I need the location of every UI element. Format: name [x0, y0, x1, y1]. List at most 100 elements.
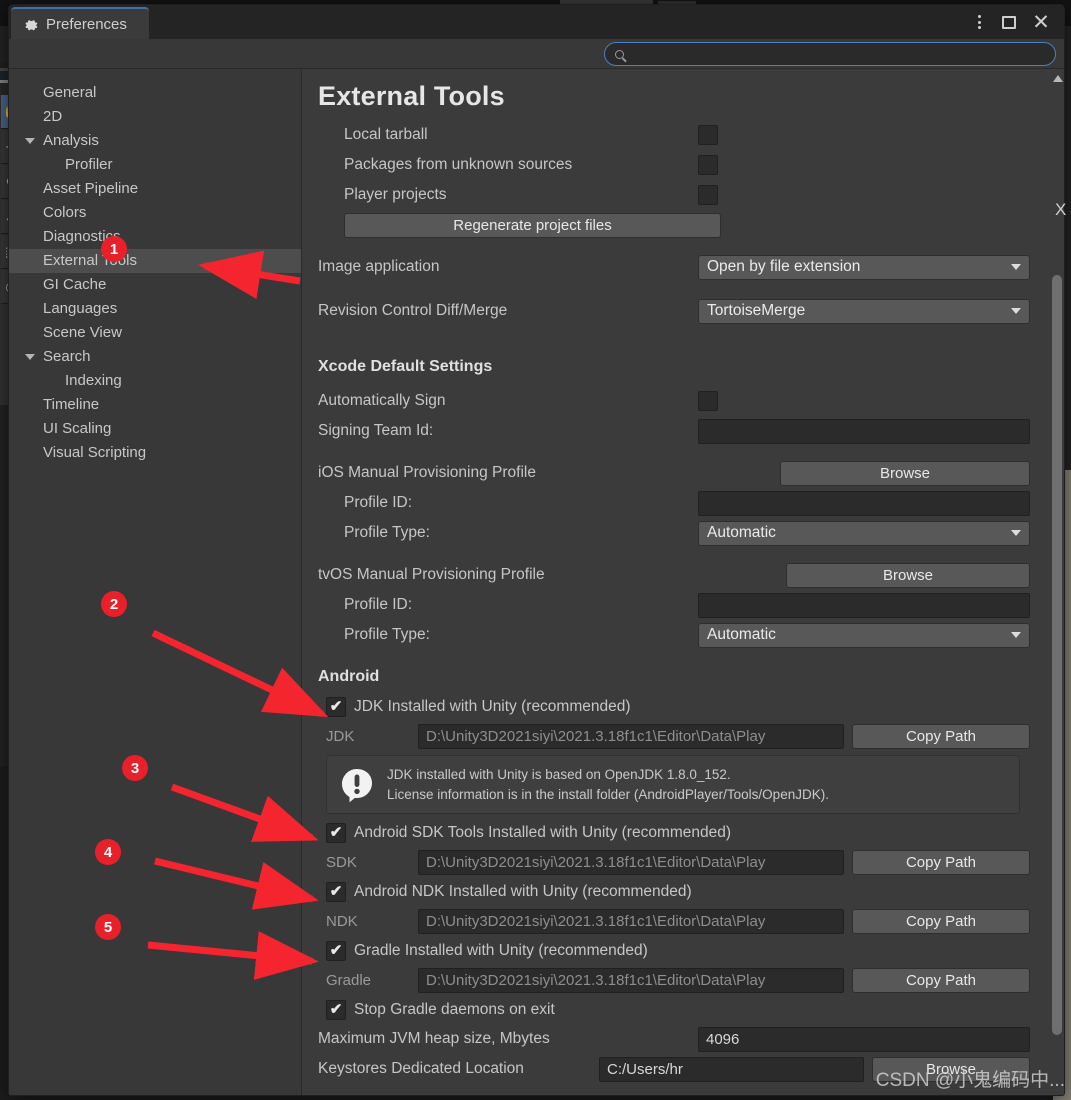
- revision-control-value: TortoiseMerge: [707, 302, 806, 319]
- sidebar-item-diagnostics[interactable]: Diagnostics: [9, 225, 301, 249]
- player-projects-checkbox[interactable]: ✔: [698, 185, 718, 205]
- sidebar-item-label: Languages: [43, 300, 118, 317]
- annotation-badge-3: 3: [122, 755, 148, 781]
- sidebar-item-asset-pipeline[interactable]: Asset Pipeline: [9, 177, 301, 201]
- ndk-path-field[interactable]: D:\Unity3D2021siyi\2021.3.18f1c1\Editor\…: [418, 908, 844, 934]
- local-tarball-checkbox[interactable]: ✔: [698, 125, 718, 145]
- ios-provisioning-label: iOS Manual Provisioning Profile: [318, 464, 536, 481]
- search-box[interactable]: [604, 42, 1056, 66]
- close-icon[interactable]: ✕: [1026, 5, 1056, 39]
- sidebar-item-label: Scene View: [43, 324, 122, 341]
- stop-gradle-daemons-checkbox[interactable]: ✔: [326, 999, 346, 1020]
- image-application-dropdown[interactable]: Open by file extension: [698, 254, 1030, 280]
- revision-control-dropdown[interactable]: TortoiseMerge: [698, 298, 1030, 324]
- maximize-icon[interactable]: [994, 5, 1024, 39]
- main-scrollbar[interactable]: [1050, 69, 1064, 1095]
- row-jdk-path: JDK D:\Unity3D2021siyi\2021.3.18f1c1\Edi…: [318, 721, 1030, 751]
- ios-profile-id-field[interactable]: [698, 490, 1030, 516]
- android-sdk-installed-checkbox[interactable]: ✔: [326, 822, 346, 843]
- tvos-profile-type-dropdown[interactable]: Automatic: [698, 622, 1030, 648]
- keystores-field[interactable]: C:/Users/hr: [599, 1056, 864, 1082]
- sidebar-item-scene-view[interactable]: Scene View: [9, 321, 301, 345]
- row-tvos-profile-id: Profile ID:: [318, 590, 1030, 620]
- sidebar-item-label: Asset Pipeline: [43, 180, 139, 197]
- player-projects-label: Player projects: [344, 186, 447, 203]
- scroll-up-arrow-icon[interactable]: [1053, 75, 1063, 82]
- sidebar-item-visual-scripting[interactable]: Visual Scripting: [9, 441, 301, 465]
- scrollbar-thumb[interactable]: [1052, 275, 1062, 1035]
- ndk-copy-path-button[interactable]: Copy Path: [852, 908, 1030, 934]
- sidebar-item-colors[interactable]: Colors: [9, 201, 301, 225]
- gradle-path-field[interactable]: D:\Unity3D2021siyi\2021.3.18f1c1\Editor\…: [418, 967, 844, 993]
- chevron-down-icon: [1011, 530, 1021, 536]
- regenerate-project-files-button[interactable]: Regenerate project files: [344, 212, 721, 238]
- jdk-copy-path-button[interactable]: Copy Path: [852, 723, 1030, 749]
- search-icon: [615, 49, 624, 59]
- ios-profile-type-label: Profile Type:: [344, 524, 430, 541]
- sidebar-item-timeline[interactable]: Timeline: [9, 393, 301, 417]
- local-tarball-label: Local tarball: [344, 126, 428, 143]
- sidebar-item-label: Profiler: [65, 156, 113, 173]
- sidebar-item-external-tools[interactable]: External Tools: [9, 249, 301, 273]
- editor-close-icon[interactable]: X: [1055, 200, 1066, 220]
- sidebar-item-profiler[interactable]: Profiler: [9, 153, 301, 177]
- jdk-help-line1: JDK installed with Unity is based on Ope…: [387, 767, 731, 782]
- sidebar-item-gi-cache[interactable]: GI Cache: [9, 273, 301, 297]
- jdk-installed-label: JDK Installed with Unity (recommended): [354, 697, 631, 715]
- screenshot-root: ✋ ⇥ ↺ ⬈ ⬚ ◎ X Preferences ✕: [0, 0, 1071, 1100]
- sdk-path-field[interactable]: D:\Unity3D2021siyi\2021.3.18f1c1\Editor\…: [418, 849, 844, 875]
- automatically-sign-checkbox[interactable]: ✔: [698, 391, 718, 411]
- row-gradle-path: Gradle D:\Unity3D2021siyi\2021.3.18f1c1\…: [318, 965, 1030, 995]
- tvos-profile-id-field[interactable]: [698, 592, 1030, 618]
- android-ndk-installed-label: Android NDK Installed with Unity (recomm…: [354, 882, 692, 900]
- jdk-installed-checkbox[interactable]: ✔: [326, 696, 346, 717]
- row-tvos-profile-type: Profile Type: Automatic: [318, 620, 1030, 650]
- ios-profile-type-dropdown[interactable]: Automatic: [698, 520, 1030, 546]
- row-jvm-heap: Maximum JVM heap size, Mbytes 4096: [318, 1024, 1030, 1054]
- signing-team-id-field[interactable]: [698, 418, 1030, 444]
- tvos-browse-button[interactable]: Browse: [786, 562, 1030, 588]
- preferences-tab[interactable]: Preferences: [11, 7, 149, 39]
- row-sdk-checkbox: ✔ Android SDK Tools Installed with Unity…: [318, 818, 1030, 847]
- android-ndk-installed-checkbox[interactable]: ✔: [326, 881, 346, 902]
- row-gradle-checkbox: ✔ Gradle Installed with Unity (recommend…: [318, 936, 1030, 965]
- chevron-down-icon[interactable]: [25, 138, 35, 144]
- sidebar-item-languages[interactable]: Languages: [9, 297, 301, 321]
- ios-browse-button[interactable]: Browse: [780, 460, 1030, 486]
- gradle-installed-label: Gradle Installed with Unity (recommended…: [354, 941, 648, 959]
- search-row: [9, 39, 1064, 69]
- row-revision-control: Revision Control Diff/Merge TortoiseMerg…: [318, 296, 1030, 326]
- row-ndk-path: NDK D:\Unity3D2021siyi\2021.3.18f1c1\Edi…: [318, 906, 1030, 936]
- watermark: CSDN @小鬼编码中...: [875, 1070, 1065, 1091]
- row-stop-daemons: ✔ Stop Gradle daemons on exit: [318, 995, 1030, 1024]
- jdk-help-line2: License information is in the install fo…: [387, 786, 829, 802]
- sidebar-item-general[interactable]: General: [9, 81, 301, 105]
- warning-icon: [339, 767, 375, 803]
- automatically-sign-label: Automatically Sign: [318, 392, 446, 409]
- chevron-down-icon[interactable]: [25, 354, 35, 360]
- image-application-label: Image application: [318, 258, 440, 275]
- search-input[interactable]: [630, 46, 1045, 62]
- jdk-path-field[interactable]: D:\Unity3D2021siyi\2021.3.18f1c1\Editor\…: [418, 723, 844, 749]
- jdk-path-label: JDK: [326, 727, 355, 745]
- sidebar-item-search[interactable]: Search: [9, 345, 301, 369]
- kebab-menu-icon[interactable]: [964, 5, 994, 39]
- row-ios-profile-type: Profile Type: Automatic: [318, 518, 1030, 548]
- annotation-badge-4: 4: [95, 839, 121, 865]
- sidebar-item-2d[interactable]: 2D: [9, 105, 301, 129]
- sidebar-item-analysis[interactable]: Analysis: [9, 129, 301, 153]
- sidebar-item-label: General: [43, 84, 97, 101]
- gear-icon: [23, 17, 38, 32]
- annotation-badge-1: 1: [101, 236, 127, 262]
- tab-label: Preferences: [46, 15, 127, 33]
- jvm-heap-field[interactable]: 4096: [698, 1026, 1030, 1052]
- sidebar-item-ui-scaling[interactable]: UI Scaling: [9, 417, 301, 441]
- row-unknown-sources: Packages from unknown sources ✔: [318, 150, 1030, 180]
- unknown-sources-checkbox[interactable]: ✔: [698, 155, 718, 175]
- sdk-copy-path-button[interactable]: Copy Path: [852, 849, 1030, 875]
- revision-control-label: Revision Control Diff/Merge: [318, 302, 508, 319]
- gradle-copy-path-button[interactable]: Copy Path: [852, 967, 1030, 993]
- sidebar-item-indexing[interactable]: Indexing: [9, 369, 301, 393]
- gradle-installed-checkbox[interactable]: ✔: [326, 940, 346, 961]
- row-ios-profile-id: Profile ID:: [318, 488, 1030, 518]
